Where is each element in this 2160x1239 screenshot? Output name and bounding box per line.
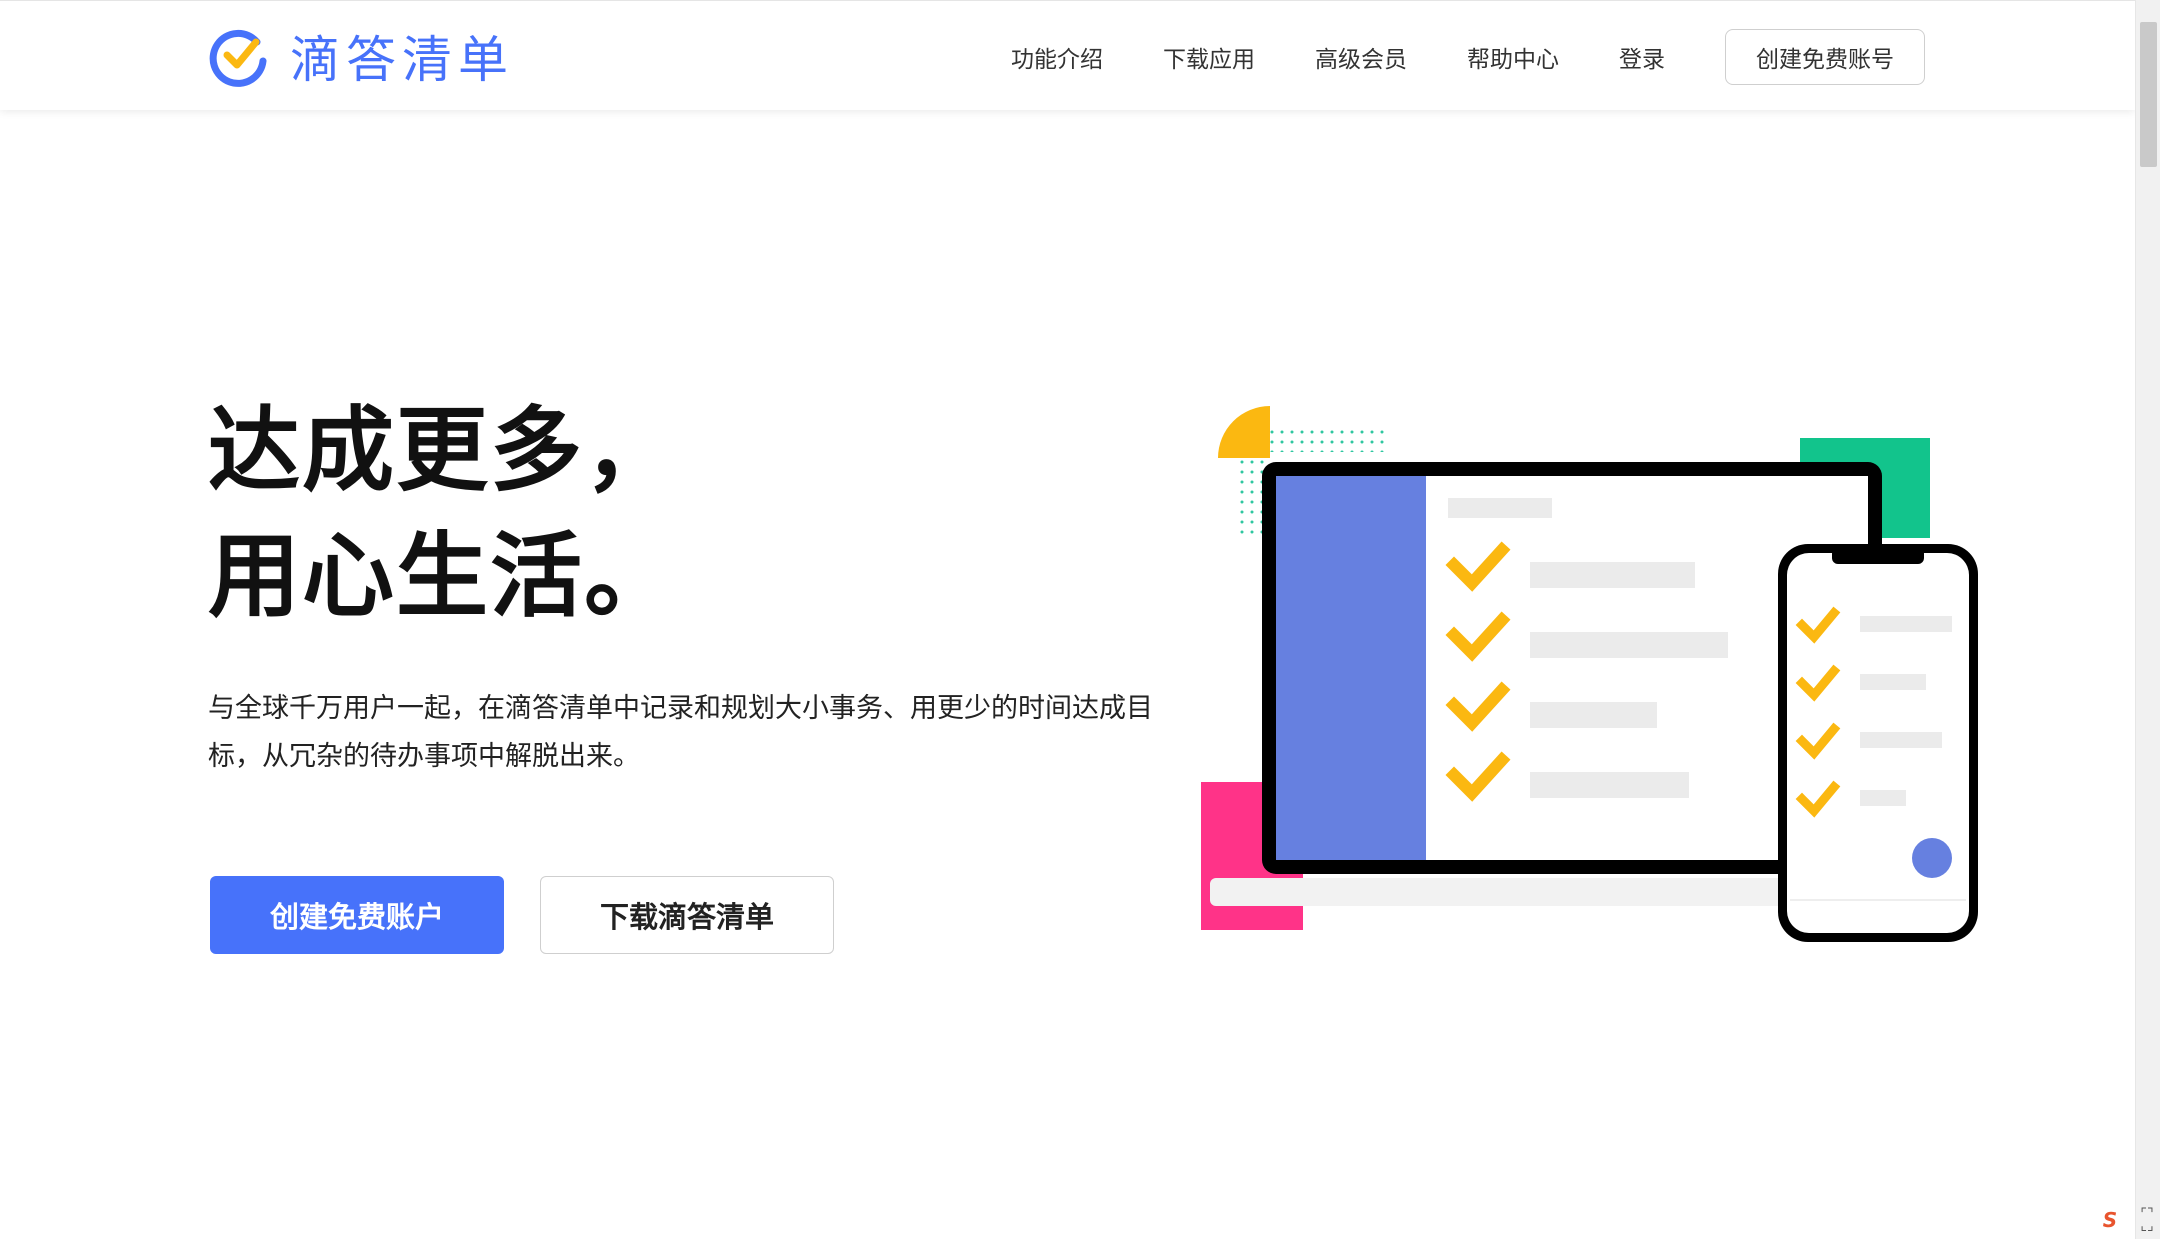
page: 滴答清单 功能介绍 下载应用 高级会员 帮助中心 登录 创建免费账号 达成更多，… [0,0,2160,1239]
create-account-button[interactable]: 创建免费账号 [1725,29,1925,85]
page-scrollbar[interactable] [2135,0,2160,1239]
orange-quarter-shape [1218,406,1270,458]
laptop-sidebar [1276,476,1426,860]
hero-title-line-1: 达成更多， [208,397,679,504]
check-circle-icon [209,29,267,87]
nav-item-login[interactable]: 登录 [1619,40,1665,74]
download-app-button[interactable]: 下载滴答清单 [540,876,834,954]
scrollbar-thumb[interactable] [2140,22,2157,167]
create-free-account-button[interactable]: 创建免费账户 [210,876,504,954]
expand-corners-icon[interactable]: ⌜⌝ ⌞⌟ [2138,1207,2156,1233]
hero-description: 与全球千万用户一起，在滴答清单中记录和规划大小事务、用更少的时间达成目标，从冗杂… [208,693,1153,772]
ime-s-icon[interactable]: S [2098,1208,2122,1232]
devices-illustration [1201,406,1978,942]
nav-item-premium[interactable]: 高级会员 [1315,40,1407,74]
brand-logo[interactable]: 滴答清单 [208,23,514,89]
hero-title: 达成更多， 用心生活。 [208,388,678,640]
nav-item-download[interactable]: 下载应用 [1163,40,1255,74]
nav-item-help[interactable]: 帮助中心 [1467,40,1559,74]
top-navbar: 滴答清单 功能介绍 下载应用 高级会员 帮助中心 登录 创建免费账号 [0,0,2135,110]
phone-illustration [1778,544,1978,942]
brand-name: 滴答清单 [290,31,514,89]
main-nav: 功能介绍 下载应用 高级会员 帮助中心 登录 创建免费账号 [951,29,1925,85]
nav-item-features[interactable]: 功能介绍 [1011,40,1103,74]
phone-add-button [1912,838,1952,878]
hero-title-line-2: 用心生活。 [208,523,679,630]
